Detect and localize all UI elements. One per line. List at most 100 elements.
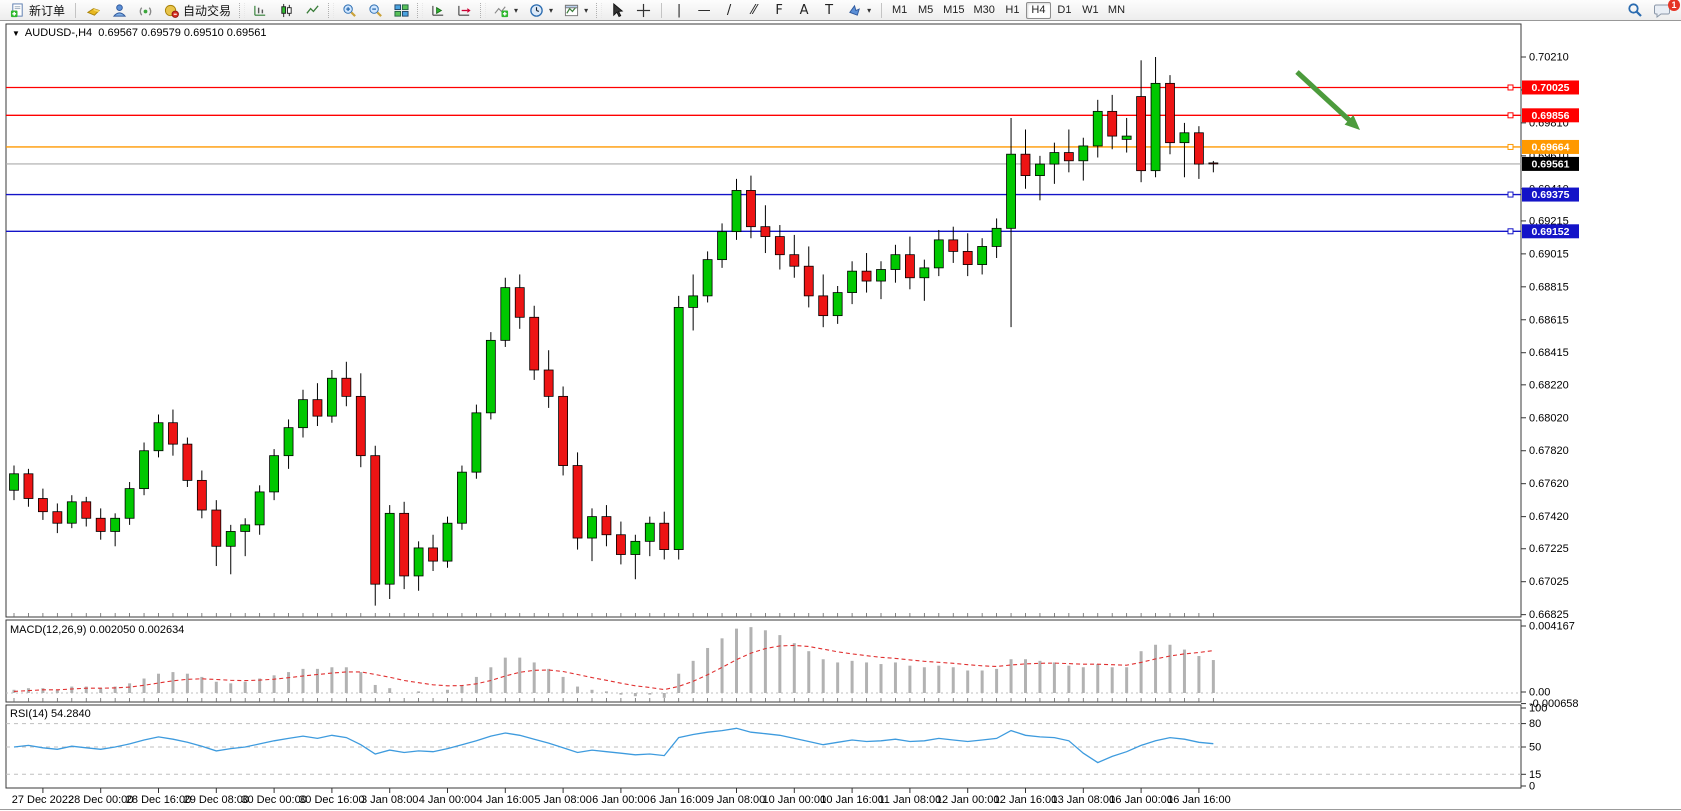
tile-windows-button[interactable] — [389, 1, 414, 20]
bear-candle — [1166, 83, 1175, 142]
price-tick-label: 0.67225 — [1529, 543, 1569, 555]
zoom-in-button[interactable] — [337, 1, 362, 20]
bear-candle — [775, 237, 784, 255]
bull-candle — [992, 228, 1001, 246]
line-handle[interactable] — [1508, 192, 1513, 197]
bull-candle — [631, 541, 640, 554]
bear-candle — [212, 510, 221, 546]
timeframe-button-M5[interactable]: M5 — [913, 2, 938, 19]
bear-candle — [1064, 153, 1073, 161]
price-tick-label: 0.69015 — [1529, 248, 1569, 260]
line-chart-mode-button[interactable] — [300, 1, 325, 20]
community-button[interactable] — [107, 1, 132, 20]
auto-scroll-button[interactable] — [426, 1, 451, 20]
bull-candle — [1151, 83, 1160, 170]
market-button[interactable] — [81, 1, 106, 20]
chart-canvas[interactable]: 0.702100.700100.698100.696100.694100.692… — [0, 0, 1681, 811]
bull-candle — [703, 260, 712, 296]
bull-candle — [457, 472, 466, 523]
bull-candle — [674, 307, 683, 549]
search-button[interactable] — [1622, 1, 1648, 20]
bear-candle — [905, 255, 914, 278]
price-badge: 0.69561 — [1532, 158, 1570, 170]
crosshair-tool-button[interactable] — [631, 1, 656, 20]
bull-candle — [877, 270, 886, 282]
line-handle[interactable] — [1508, 113, 1513, 118]
chart-shift-button[interactable] — [452, 1, 477, 20]
candlestick-mode-button[interactable] — [274, 1, 299, 20]
templates-button[interactable]: ▾ — [559, 1, 593, 20]
price-axis: 0.702100.700100.698100.696100.694100.692… — [1521, 52, 1569, 622]
bear-candle — [602, 517, 611, 535]
separator — [881, 3, 882, 18]
macd-values-label: 0.002050 0.002634 — [89, 624, 184, 636]
toolbar-grip — [417, 3, 423, 18]
bear-candle — [949, 240, 958, 252]
bear-candle — [746, 190, 755, 226]
bull-candle — [1122, 136, 1131, 139]
auto-scroll-icon — [431, 3, 446, 18]
new-order-button[interactable]: 新订单 — [5, 1, 70, 20]
timeframe-button-MN[interactable]: MN — [1104, 2, 1129, 19]
trendline-tool-button[interactable]: / — [717, 1, 741, 20]
time-axis-label: 16 Jan 16:00 — [1167, 794, 1231, 806]
arrows-tool-button[interactable]: ▾ — [842, 1, 876, 20]
line-handle[interactable] — [1508, 144, 1513, 149]
auto-trading-button[interactable]: 自动交易 — [159, 1, 236, 20]
text-tool-button[interactable]: A — [792, 1, 816, 20]
macd-title: MACD(12,26,9) 0.002050 0.002634 — [10, 624, 184, 636]
line-chart-icon — [305, 3, 320, 18]
timeframe-button-M30[interactable]: M30 — [970, 2, 999, 19]
line-handle[interactable] — [1508, 85, 1513, 90]
timeframe-button-M15[interactable]: M15 — [939, 2, 968, 19]
line-handle[interactable] — [1508, 229, 1513, 234]
chart-title: ▼AUDUSD-,H4 0.69567 0.69579 0.69510 0.69… — [12, 27, 267, 39]
time-axis-label: 29 Dec 08:00 — [184, 794, 249, 806]
macd-label: MACD(12,26,9) — [10, 624, 86, 636]
price-badge: 0.69856 — [1532, 110, 1570, 122]
bear-candle — [168, 423, 177, 444]
bull-candle — [10, 474, 19, 490]
periods-clock-icon — [529, 3, 544, 18]
separator — [75, 3, 76, 18]
bull-candle — [255, 492, 264, 525]
bull-candle — [1093, 111, 1102, 146]
price-tick-label: 0.68415 — [1529, 347, 1569, 359]
price-tick-label: 0.67420 — [1529, 511, 1569, 523]
channel-tool-button[interactable]: ⁄⁄ — [742, 1, 766, 20]
timeframe-button-H1[interactable]: H1 — [1000, 2, 1025, 19]
horizontal-line-icon: — — [697, 3, 711, 18]
cursor-tool-button[interactable] — [605, 1, 630, 20]
text-label-tool-button[interactable]: T — [817, 1, 841, 20]
bear-candle — [82, 502, 91, 518]
zoom-out-button[interactable] — [363, 1, 388, 20]
bull-candle — [920, 268, 929, 278]
bull-candle — [443, 523, 452, 561]
periods-button[interactable]: ▾ — [524, 1, 558, 20]
bear-candle — [38, 499, 47, 512]
vertical-line-tool-button[interactable]: | — [667, 1, 691, 20]
timeframe-button-H4[interactable]: H4 — [1026, 2, 1051, 19]
timeframe-button-W1[interactable]: W1 — [1078, 2, 1103, 19]
indicators-button[interactable]: ▾ — [489, 1, 523, 20]
equidistant-channel-icon: ⁄⁄ — [747, 3, 761, 18]
horizontal-line-tool-button[interactable]: — — [692, 1, 716, 20]
time-axis-label: 30 Dec 00:00 — [241, 794, 306, 806]
title-dropdown-icon[interactable]: ▼ — [12, 29, 20, 38]
timeframe-button-D1[interactable]: D1 — [1052, 2, 1077, 19]
bull-candle — [1007, 154, 1016, 228]
fibonacci-tool-button[interactable]: F — [767, 1, 791, 20]
time-axis[interactable]: 27 Dec 202228 Dec 00:0028 Dec 16:0029 De… — [12, 788, 1231, 806]
timeframe-button-M1[interactable]: M1 — [887, 2, 912, 19]
bear-candle — [1137, 97, 1146, 171]
rsi-axis-label: 80 — [1529, 718, 1541, 730]
bull-candle — [1180, 133, 1189, 143]
time-axis-label: 6 Jan 16:00 — [650, 794, 708, 806]
vertical-line-icon: | — [672, 3, 686, 18]
symbol-period-label: AUDUSD-,H4 — [25, 27, 92, 39]
toolbar: 新订单 自动交易 ▾ ▾ — [0, 0, 1681, 21]
bear-candle — [819, 296, 828, 316]
notifications-button[interactable]: 1 — [1649, 1, 1676, 20]
bar-chart-mode-button[interactable] — [248, 1, 273, 20]
signals-button[interactable] — [133, 1, 158, 20]
